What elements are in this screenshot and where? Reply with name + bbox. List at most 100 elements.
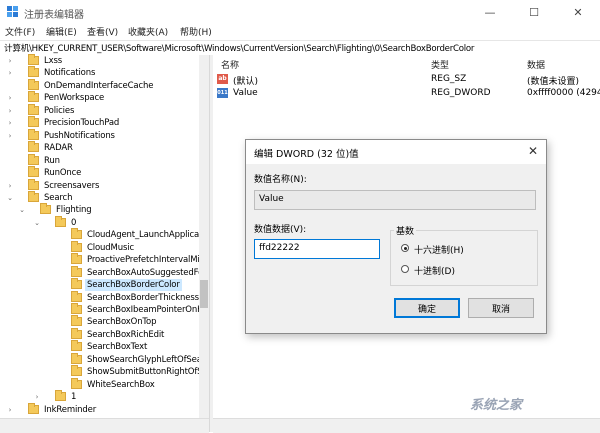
chevron-right-icon[interactable]: ›: [6, 94, 14, 102]
values-horizontal-scrollbar[interactable]: [213, 418, 600, 433]
tree-item[interactable]: SearchBoxRichEdit: [61, 327, 199, 341]
chevron-right-icon[interactable]: [49, 368, 57, 376]
ok-button[interactable]: 确定: [394, 298, 460, 318]
tree-item-label: InkReminder: [44, 404, 97, 415]
chevron-right-icon[interactable]: [6, 157, 14, 165]
tree-item-label: Policies: [44, 105, 75, 116]
folder-icon: [28, 178, 39, 190]
decimal-radio[interactable]: [401, 265, 409, 273]
tree-item[interactable]: SearchBoxIbeamPointerOnH: [61, 303, 203, 316]
tree-item[interactable]: ProactivePrefetchIntervalMin: [61, 253, 205, 266]
chevron-right-icon[interactable]: ›: [6, 406, 14, 414]
chevron-right-icon[interactable]: [49, 244, 57, 252]
tree-item[interactable]: › PenWorkspace: [9, 91, 199, 104]
tree-item[interactable]: › PushNotifications: [9, 128, 199, 142]
chevron-right-icon[interactable]: [49, 343, 57, 351]
tree-item[interactable]: ShowSearchGlyphLeftOfSea: [61, 352, 202, 366]
chevron-right-icon[interactable]: ›: [6, 119, 14, 127]
value-row-default[interactable]: ab (默认) REG_SZ (数值未设置): [217, 73, 597, 87]
tree-item[interactable]: SearchBoxText: [61, 340, 199, 353]
menu-bar: 文件(F) 编辑(E) 查看(V) 收藏夹(A) 帮助(H): [0, 24, 600, 39]
menu-edit[interactable]: 编辑(E): [46, 25, 77, 38]
chevron-right-icon[interactable]: [49, 356, 57, 364]
value-row-value[interactable]: 011 Value REG_DWORD 0xffff0000 (4294901: [217, 87, 600, 100]
tree-item[interactable]: ⌄ Flighting: [19, 203, 199, 216]
menu-file[interactable]: 文件(F): [5, 25, 35, 38]
column-header-data[interactable]: 数据: [527, 58, 545, 71]
tree-horizontal-scrollbar[interactable]: [0, 418, 209, 433]
chevron-right-icon[interactable]: [49, 306, 57, 314]
tree-item-label: 1: [71, 392, 77, 403]
tree-item[interactable]: CloudMusic: [61, 240, 199, 254]
folder-icon: [55, 215, 66, 227]
tree-item[interactable]: RunOnce: [18, 166, 199, 179]
chevron-right-icon[interactable]: [49, 381, 57, 389]
tree-item[interactable]: › 1: [36, 390, 199, 403]
tree-item[interactable]: › Policies: [9, 103, 199, 117]
cancel-button[interactable]: 取消: [468, 298, 534, 318]
chevron-down-icon[interactable]: ⌄: [6, 194, 14, 202]
close-icon: ✕: [527, 144, 539, 158]
chevron-down-icon[interactable]: ⌄: [33, 219, 41, 227]
close-window-button[interactable]: ✕: [556, 0, 600, 24]
tree-item[interactable]: › Screensavers: [9, 178, 199, 192]
maximize-button[interactable]: ☐: [512, 0, 556, 24]
chevron-right-icon[interactable]: ›: [33, 393, 41, 401]
dialog-body: 数值名称(N): Value 数值数据(V): ffd22222 基数 十六进制…: [246, 164, 546, 333]
tree-item[interactable]: Run: [18, 153, 199, 167]
chevron-right-icon[interactable]: ›: [6, 182, 14, 190]
chevron-right-icon[interactable]: ›: [6, 132, 14, 140]
chevron-right-icon[interactable]: [49, 256, 57, 264]
tree-item[interactable]: › InkReminder: [9, 402, 199, 416]
folder-icon: [28, 153, 39, 165]
chevron-right-icon[interactable]: [6, 82, 14, 90]
menu-favorites[interactable]: 收藏夹(A): [128, 25, 168, 38]
minimize-button[interactable]: —: [468, 0, 512, 24]
chevron-right-icon[interactable]: [49, 294, 57, 302]
chevron-right-icon[interactable]: ›: [6, 69, 14, 77]
menu-help[interactable]: 帮助(H): [180, 25, 212, 38]
tree-item[interactable]: › Notifications: [9, 66, 199, 79]
string-value-icon: ab: [217, 74, 228, 84]
tree-item-label: ShowSearchGlyphLeftOfSea: [87, 354, 202, 365]
hex-radio[interactable]: [401, 244, 409, 252]
chevron-right-icon[interactable]: [6, 144, 14, 152]
tree-item[interactable]: SearchBoxAutoSuggestedFo: [61, 265, 203, 279]
tree-item[interactable]: › PrecisionTouchPad: [9, 116, 199, 129]
title-bar: 注册表编辑器 — ☐ ✕: [0, 0, 600, 24]
chevron-right-icon[interactable]: [49, 231, 57, 239]
menu-view[interactable]: 查看(V): [87, 25, 118, 38]
tree-item[interactable]: RADAR: [18, 141, 199, 154]
folder-icon: [28, 128, 39, 140]
column-header-type[interactable]: 类型: [431, 58, 449, 71]
chevron-right-icon[interactable]: [6, 169, 14, 177]
address-bar[interactable]: 计算机\HKEY_CURRENT_USER\Software\Microsoft…: [0, 40, 600, 56]
chevron-right-icon[interactable]: [49, 281, 57, 289]
tree-item[interactable]: OnDemandInterfaceCache: [18, 78, 199, 92]
tree-item[interactable]: ⌄ Search: [7, 190, 199, 204]
column-header-name[interactable]: 名称: [221, 58, 239, 71]
tree-vertical-scrollbar[interactable]: [199, 55, 209, 418]
tree-item[interactable]: WhiteSearchBox: [61, 377, 199, 391]
tree-item[interactable]: SearchBoxBorderColor: [61, 278, 199, 292]
tree-item-label: RunOnce: [44, 168, 82, 179]
tree-item[interactable]: › Lxss: [9, 54, 199, 67]
tree-item[interactable]: SearchBoxOnTop: [61, 315, 199, 328]
value-data-input[interactable]: ffd22222: [254, 239, 380, 259]
tree-item[interactable]: SearchBoxBorderThickness: [61, 290, 199, 304]
chevron-right-icon[interactable]: ›: [6, 57, 14, 65]
chevron-right-icon[interactable]: [49, 269, 57, 277]
chevron-right-icon[interactable]: [49, 331, 57, 339]
tree-item[interactable]: ShowSubmitButtonRightOfSe: [61, 365, 208, 378]
chevron-down-icon[interactable]: ⌄: [18, 206, 26, 214]
hex-radio-label[interactable]: 十六进制(H): [414, 243, 464, 256]
value-name: Value: [233, 88, 258, 98]
dialog-close-button[interactable]: ✕: [520, 140, 546, 162]
decimal-radio-label[interactable]: 十进制(D): [414, 264, 455, 277]
tree-item-label: ProactivePrefetchIntervalMin: [87, 255, 205, 266]
tree-item[interactable]: ⌄ 0: [34, 215, 199, 229]
tree-item[interactable]: CloudAgent_LaunchApplicati: [61, 228, 205, 241]
chevron-right-icon[interactable]: [49, 318, 57, 326]
tree-scroll-thumb[interactable]: [200, 280, 208, 308]
chevron-right-icon[interactable]: ›: [6, 107, 14, 115]
